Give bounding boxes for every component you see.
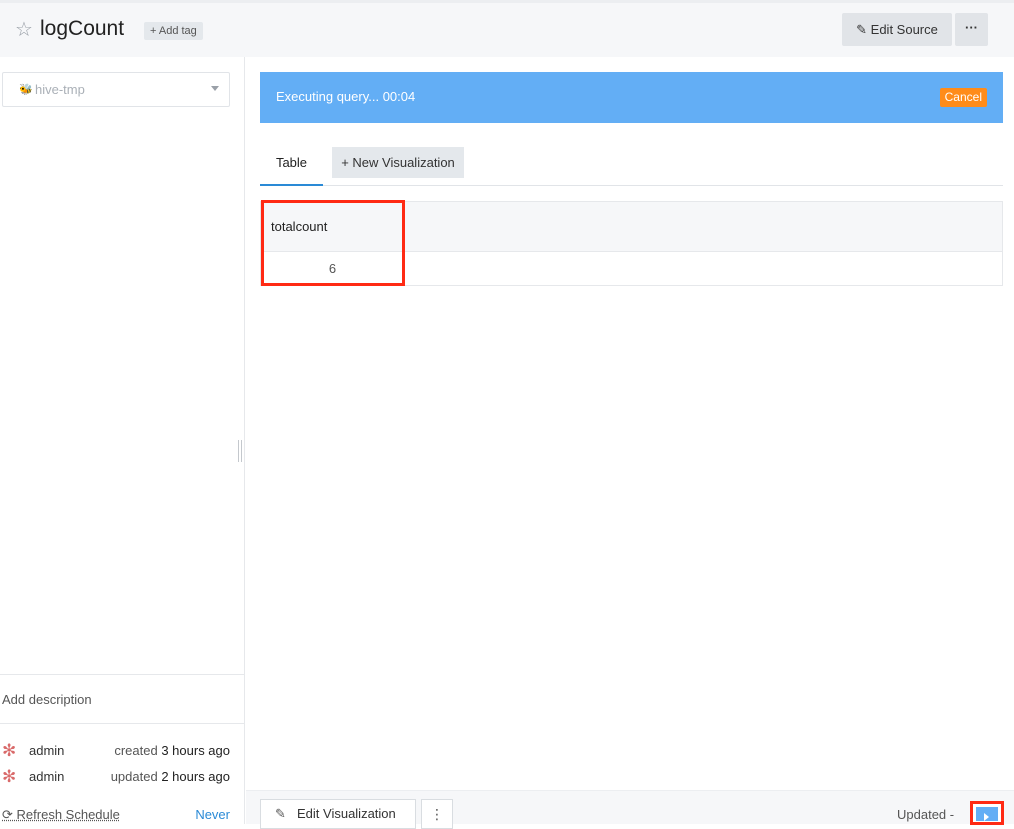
refresh-schedule-value[interactable]: Never	[195, 807, 230, 822]
data-source-value: hive-tmp	[35, 82, 85, 97]
avatar-icon: ✻	[2, 767, 17, 786]
avatar-icon: ✻	[2, 741, 17, 760]
created-meta-row: ✻ admin created 3 hours ago	[2, 741, 230, 761]
cancel-button[interactable]: Cancel	[939, 88, 987, 107]
query-footer: ✎ Edit Visualization ⋮ Updated -	[246, 790, 1014, 829]
executing-status-text: Executing query... 00:04	[276, 89, 416, 104]
edit-icon: ✎	[856, 22, 868, 37]
updated-meta-row: ✻ admin updated 2 hours ago	[2, 767, 230, 787]
meta-user: admin	[29, 743, 65, 758]
tab-table[interactable]: Table	[260, 147, 323, 186]
executing-status-bar: Executing query... 00:04 Cancel	[260, 72, 1003, 123]
refresh-icon: ⟳	[2, 807, 13, 822]
meta-time: created 3 hours ago	[114, 743, 230, 758]
highlight-box	[261, 200, 405, 286]
query-header: ☆ logCount + Add tag ✎ Edit Source ···	[0, 0, 1014, 57]
edit-source-button[interactable]: ✎ Edit Source	[842, 13, 952, 46]
meta-user: admin	[29, 769, 65, 784]
edit-source-label: Edit Source	[870, 22, 938, 37]
query-results-area: Executing query... 00:04 Cancel Table + …	[246, 57, 1014, 824]
favorite-star-icon[interactable]: ☆	[15, 17, 33, 42]
chevron-down-icon	[211, 86, 219, 91]
updated-status: Updated -	[897, 807, 955, 822]
query-sidebar: 🐝 hive-tmp Add description ✻ admin creat…	[0, 57, 245, 824]
description-area[interactable]: Add description	[0, 674, 244, 724]
add-tag-button[interactable]: + Add tag	[144, 22, 203, 40]
visualization-menu-button[interactable]: ⋮	[421, 799, 453, 829]
results-table: totalcount 6	[260, 200, 1003, 286]
edit-visualization-button[interactable]: ✎ Edit Visualization	[260, 799, 416, 829]
play-icon	[976, 807, 998, 821]
hive-icon: 🐝	[19, 84, 33, 96]
data-source-select[interactable]: 🐝 hive-tmp	[2, 72, 230, 107]
refresh-schedule-row: ⟳ Refresh Schedule Never	[0, 805, 244, 825]
panel-resize-handle[interactable]	[238, 440, 242, 462]
new-visualization-button[interactable]: + New Visualization	[332, 147, 464, 178]
description-placeholder: Add description	[2, 692, 92, 707]
query-title[interactable]: logCount	[40, 17, 124, 41]
execute-button[interactable]	[970, 801, 1004, 825]
visualization-tabs: Table + New Visualization	[260, 147, 1003, 186]
meta-time: updated 2 hours ago	[110, 769, 230, 784]
refresh-schedule-label: ⟳ Refresh Schedule	[2, 807, 120, 822]
more-actions-button[interactable]: ···	[955, 13, 988, 46]
